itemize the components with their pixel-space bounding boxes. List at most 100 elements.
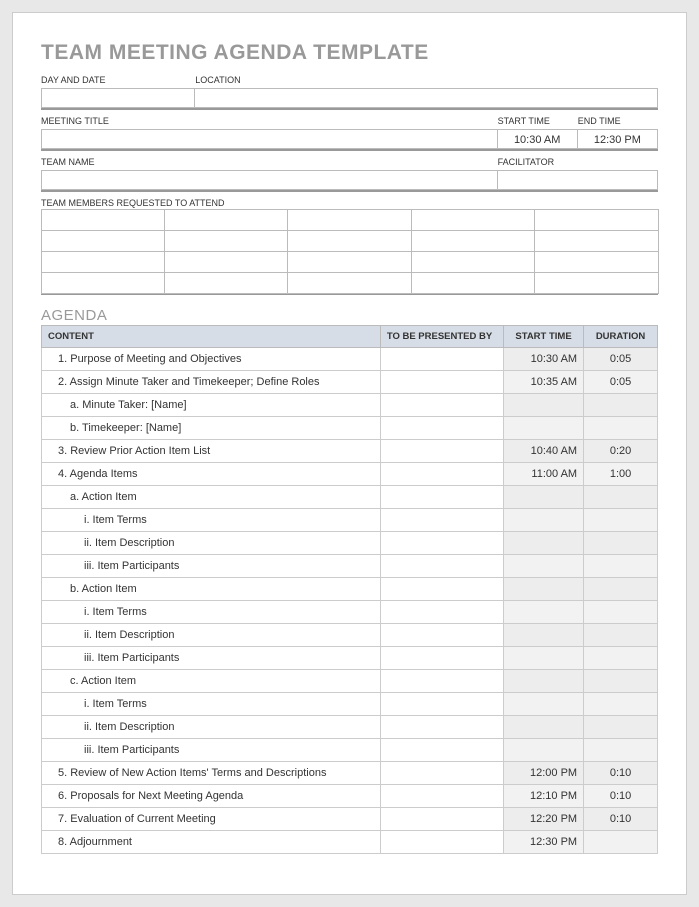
agenda-content-cell[interactable]: iii. Item Participants <box>42 739 381 762</box>
agenda-presenter-cell[interactable] <box>380 509 503 532</box>
agenda-content-cell[interactable]: i. Item Terms <box>42 509 381 532</box>
agenda-presenter-cell[interactable] <box>380 371 503 394</box>
agenda-start-cell[interactable]: 10:35 AM <box>504 371 584 394</box>
input-location[interactable] <box>195 88 658 108</box>
agenda-content-cell[interactable]: 8. Adjournment <box>42 831 381 854</box>
agenda-duration-cell[interactable]: 0:10 <box>584 808 658 831</box>
member-cell[interactable] <box>287 272 411 294</box>
agenda-presenter-cell[interactable] <box>380 647 503 670</box>
agenda-duration-cell[interactable] <box>584 509 658 532</box>
agenda-start-cell[interactable] <box>504 739 584 762</box>
member-cell[interactable] <box>534 272 658 294</box>
agenda-start-cell[interactable]: 10:30 AM <box>504 348 584 371</box>
agenda-start-cell[interactable] <box>504 716 584 739</box>
agenda-start-cell[interactable] <box>504 578 584 601</box>
agenda-duration-cell[interactable]: 0:05 <box>584 348 658 371</box>
member-cell[interactable] <box>41 230 165 252</box>
agenda-content-cell[interactable]: a. Action Item <box>42 486 381 509</box>
member-cell[interactable] <box>164 230 288 252</box>
agenda-start-cell[interactable] <box>504 486 584 509</box>
agenda-presenter-cell[interactable] <box>380 394 503 417</box>
member-cell[interactable] <box>164 251 288 273</box>
agenda-presenter-cell[interactable] <box>380 578 503 601</box>
agenda-duration-cell[interactable] <box>584 739 658 762</box>
member-cell[interactable] <box>287 209 411 231</box>
agenda-start-cell[interactable]: 12:20 PM <box>504 808 584 831</box>
member-cell[interactable] <box>534 209 658 231</box>
agenda-start-cell[interactable] <box>504 555 584 578</box>
agenda-presenter-cell[interactable] <box>380 417 503 440</box>
agenda-start-cell[interactable]: 12:10 PM <box>504 785 584 808</box>
agenda-presenter-cell[interactable] <box>380 831 503 854</box>
member-cell[interactable] <box>411 272 535 294</box>
agenda-duration-cell[interactable]: 0:20 <box>584 440 658 463</box>
agenda-presenter-cell[interactable] <box>380 601 503 624</box>
agenda-content-cell[interactable]: a. Minute Taker: [Name] <box>42 394 381 417</box>
agenda-content-cell[interactable]: 3. Review Prior Action Item List <box>42 440 381 463</box>
agenda-content-cell[interactable]: i. Item Terms <box>42 693 381 716</box>
agenda-presenter-cell[interactable] <box>380 486 503 509</box>
agenda-duration-cell[interactable] <box>584 601 658 624</box>
member-cell[interactable] <box>41 272 165 294</box>
agenda-duration-cell[interactable]: 0:05 <box>584 371 658 394</box>
agenda-start-cell[interactable] <box>504 601 584 624</box>
agenda-duration-cell[interactable] <box>584 670 658 693</box>
agenda-presenter-cell[interactable] <box>380 348 503 371</box>
agenda-content-cell[interactable]: ii. Item Description <box>42 624 381 647</box>
agenda-presenter-cell[interactable] <box>380 624 503 647</box>
input-end-time[interactable]: 12:30 PM <box>578 129 658 149</box>
agenda-start-cell[interactable]: 12:00 PM <box>504 762 584 785</box>
agenda-duration-cell[interactable] <box>584 532 658 555</box>
agenda-duration-cell[interactable] <box>584 693 658 716</box>
member-cell[interactable] <box>534 230 658 252</box>
agenda-start-cell[interactable] <box>504 394 584 417</box>
agenda-start-cell[interactable] <box>504 417 584 440</box>
agenda-duration-cell[interactable]: 1:00 <box>584 463 658 486</box>
agenda-start-cell[interactable] <box>504 670 584 693</box>
agenda-content-cell[interactable]: 4. Agenda Items <box>42 463 381 486</box>
agenda-content-cell[interactable]: b. Timekeeper: [Name] <box>42 417 381 440</box>
agenda-duration-cell[interactable] <box>584 578 658 601</box>
member-cell[interactable] <box>164 209 288 231</box>
agenda-start-cell[interactable] <box>504 624 584 647</box>
agenda-content-cell[interactable]: b. Action Item <box>42 578 381 601</box>
agenda-content-cell[interactable]: 1. Purpose of Meeting and Objectives <box>42 348 381 371</box>
agenda-presenter-cell[interactable] <box>380 532 503 555</box>
agenda-content-cell[interactable]: ii. Item Description <box>42 532 381 555</box>
agenda-presenter-cell[interactable] <box>380 693 503 716</box>
input-team-name[interactable] <box>41 170 498 190</box>
agenda-duration-cell[interactable] <box>584 394 658 417</box>
agenda-duration-cell[interactable] <box>584 647 658 670</box>
agenda-content-cell[interactable]: iii. Item Participants <box>42 555 381 578</box>
agenda-duration-cell[interactable]: 0:10 <box>584 762 658 785</box>
agenda-duration-cell[interactable] <box>584 624 658 647</box>
input-facilitator[interactable] <box>498 170 658 190</box>
agenda-presenter-cell[interactable] <box>380 785 503 808</box>
agenda-start-cell[interactable]: 12:30 PM <box>504 831 584 854</box>
agenda-presenter-cell[interactable] <box>380 716 503 739</box>
agenda-start-cell[interactable] <box>504 509 584 532</box>
agenda-content-cell[interactable]: i. Item Terms <box>42 601 381 624</box>
agenda-presenter-cell[interactable] <box>380 762 503 785</box>
member-cell[interactable] <box>287 251 411 273</box>
agenda-start-cell[interactable]: 10:40 AM <box>504 440 584 463</box>
agenda-content-cell[interactable]: ii. Item Description <box>42 716 381 739</box>
agenda-duration-cell[interactable] <box>584 716 658 739</box>
agenda-content-cell[interactable]: 6. Proposals for Next Meeting Agenda <box>42 785 381 808</box>
member-cell[interactable] <box>287 230 411 252</box>
agenda-duration-cell[interactable] <box>584 417 658 440</box>
agenda-content-cell[interactable]: iii. Item Participants <box>42 647 381 670</box>
input-start-time[interactable]: 10:30 AM <box>498 129 578 149</box>
agenda-duration-cell[interactable]: 0:10 <box>584 785 658 808</box>
agenda-content-cell[interactable]: 7. Evaluation of Current Meeting <box>42 808 381 831</box>
input-meeting-title[interactable] <box>41 129 498 149</box>
agenda-duration-cell[interactable] <box>584 831 658 854</box>
member-cell[interactable] <box>41 251 165 273</box>
agenda-duration-cell[interactable] <box>584 555 658 578</box>
member-cell[interactable] <box>411 209 535 231</box>
agenda-duration-cell[interactable] <box>584 486 658 509</box>
agenda-start-cell[interactable]: 11:00 AM <box>504 463 584 486</box>
agenda-start-cell[interactable] <box>504 532 584 555</box>
agenda-presenter-cell[interactable] <box>380 739 503 762</box>
agenda-presenter-cell[interactable] <box>380 440 503 463</box>
